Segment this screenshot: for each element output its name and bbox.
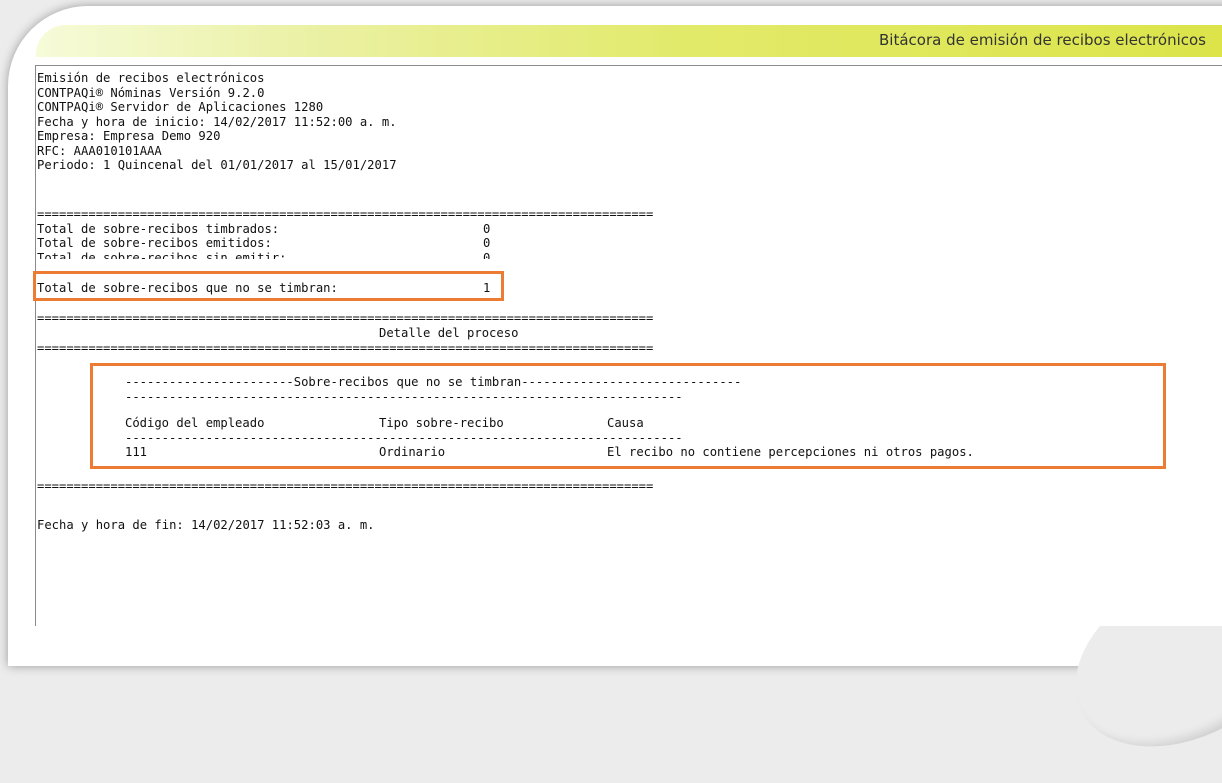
log-line-title: Emisión de recibos electrónicos: [37, 71, 265, 85]
title-bar: Bitácora de emisión de recibos electróni…: [36, 25, 1222, 57]
separator-line: ========================================…: [37, 340, 654, 355]
highlight-box-detail: [90, 363, 1166, 469]
separator-line: ========================================…: [37, 207, 654, 221]
end-time-line: Fecha y hora de fin: 14/02/2017 11:52:03…: [37, 518, 375, 532]
separator-line: ========================================…: [37, 479, 654, 493]
total-label-sin-emitir: Total de sobre-recibos sin emitir:: [37, 250, 287, 259]
log-line-server: CONTPAQi® Servidor de Aplicaciones 1280: [37, 100, 324, 114]
total-label-emitidos: Total de sobre-recibos emitidos:: [37, 236, 272, 250]
separator-line: ========================================…: [37, 311, 654, 325]
total-label-timbrados: Total de sobre-recibos timbrados:: [37, 221, 280, 236]
log-line-product: CONTPAQi® Nóminas Versión 9.2.0: [37, 85, 265, 100]
highlight-box-not-stamped-total: [33, 271, 504, 301]
log-line-period: Periodo: 1 Quincenal del 01/01/2017 al 1…: [37, 158, 397, 172]
total-value-timbrados: 0: [483, 221, 491, 236]
log-text: Emisión de recibos electrónicos CONTPAQi…: [37, 71, 974, 579]
log-line-company: Empresa: Empresa Demo 920: [37, 129, 221, 143]
log-line-start-time: Fecha y hora de inicio: 14/02/2017 11:52…: [37, 114, 397, 129]
window-title: Bitácora de emisión de recibos electróni…: [878, 31, 1206, 49]
detail-title: Detalle del proceso: [379, 326, 519, 340]
log-line-rfc: RFC: AAA010101AAA: [37, 143, 162, 158]
total-value-emitidos: 0: [483, 236, 491, 250]
total-value-sin-emitir: 0: [483, 250, 491, 259]
